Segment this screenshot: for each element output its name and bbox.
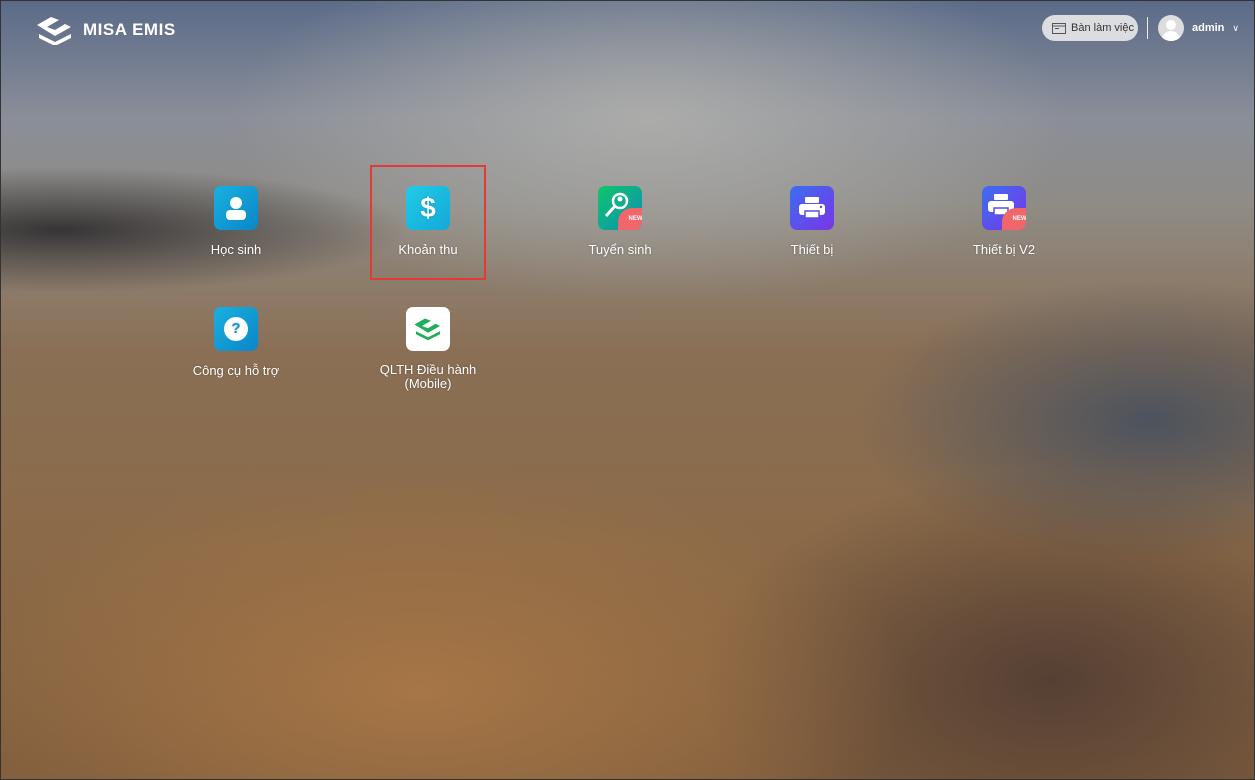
user-menu[interactable]: admin ∨ <box>1158 15 1239 41</box>
brand-name: MISA EMIS <box>83 20 176 39</box>
app-label: Học sinh <box>210 242 262 257</box>
brand-logo[interactable]: MISA EMIS <box>35 15 176 45</box>
app-label: QLTH Điều hành (Mobile) <box>379 362 477 391</box>
app-label: Công cụ hỗ trợ <box>192 363 280 378</box>
divider <box>1147 17 1148 39</box>
desk-button-label: Bàn làm việc <box>1071 22 1134 34</box>
app-cong-cu-ho-tro[interactable]: ? Công cụ hỗ trợ <box>166 307 306 378</box>
app-tuyen-sinh[interactable]: NEW Tuyển sinh <box>550 186 690 257</box>
username: admin <box>1192 22 1225 34</box>
app-label: Thiết bị <box>790 242 834 257</box>
printer-icon: NEW <box>982 186 1026 230</box>
misa-logo-icon <box>37 17 71 45</box>
chevron-down-icon: ∨ <box>1232 22 1239 33</box>
app-label: Thiết bị V2 <box>972 242 1036 257</box>
misa-logo-icon <box>406 307 450 351</box>
app-thiet-bi-v2[interactable]: NEW Thiết bị V2 <box>934 186 1074 257</box>
top-bar: MISA EMIS Bàn làm việc admin ∨ <box>1 1 1254 57</box>
new-badge: NEW <box>618 208 642 230</box>
student-icon <box>214 186 258 230</box>
avatar <box>1158 15 1184 41</box>
selection-highlight <box>370 165 486 280</box>
app-hoc-sinh[interactable]: Học sinh <box>166 186 306 257</box>
printer-icon <box>790 186 834 230</box>
app-label: Tuyển sinh <box>588 242 652 257</box>
window-icon <box>1052 22 1066 34</box>
desk-button[interactable]: Bàn làm việc <box>1042 15 1138 41</box>
app-thiet-bi[interactable]: Thiết bị <box>742 186 882 257</box>
help-icon: ? <box>214 307 258 351</box>
app-qlth-dieu-hanh[interactable]: QLTH Điều hành (Mobile) <box>358 307 498 391</box>
new-badge: NEW <box>1002 208 1026 230</box>
recruit-search-icon: NEW <box>598 186 642 230</box>
